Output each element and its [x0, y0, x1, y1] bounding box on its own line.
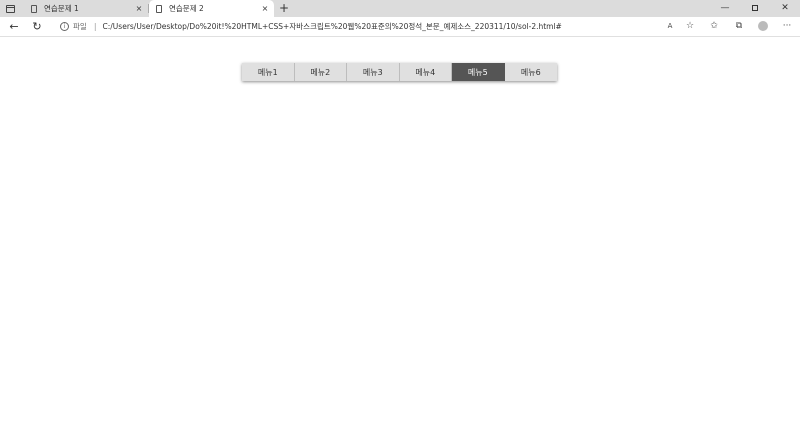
tab-strip: 연습문제 1 × 연습문제 2 × + — ✕ — [0, 0, 800, 17]
menu-item-6[interactable]: 메뉴6 — [504, 63, 557, 81]
menu-item-4[interactable]: 메뉴4 — [399, 63, 452, 81]
profile-icon[interactable] — [755, 19, 771, 34]
maximize-button[interactable] — [740, 0, 770, 17]
document-icon — [156, 4, 162, 13]
document-icon — [31, 4, 37, 13]
avatar — [758, 20, 768, 31]
read-aloud-icon[interactable]: A — [662, 19, 678, 34]
scheme-label: 파일 — [73, 22, 87, 31]
tab-actions-icon[interactable] — [4, 3, 16, 14]
tab-1[interactable]: 연습문제 1 × — [24, 0, 148, 17]
close-icon[interactable]: × — [134, 4, 144, 13]
menu-item-1[interactable]: 메뉴1 — [242, 63, 295, 81]
tab-title: 연습문제 2 — [169, 4, 204, 13]
new-tab-button[interactable]: + — [277, 1, 291, 15]
reload-icon: ↻ — [32, 20, 42, 33]
reload-button[interactable]: ↻ — [29, 19, 45, 34]
menu-item-2[interactable]: 메뉴2 — [294, 63, 347, 81]
url-text[interactable]: C:/Users/User/Desktop/Do%20it!%20HTML+CS… — [103, 21, 562, 32]
menu-item-3[interactable]: 메뉴3 — [347, 63, 400, 81]
arrow-left-icon: ← — [9, 20, 19, 33]
window-close-button[interactable]: ✕ — [770, 0, 800, 17]
more-icon[interactable]: ··· — [779, 19, 795, 34]
collections-icon[interactable]: ⧉ — [731, 19, 747, 34]
nav-menu: 메뉴1 메뉴2 메뉴3 메뉴4 메뉴5 메뉴6 — [242, 63, 557, 81]
tab-title: 연습문제 1 — [44, 4, 79, 13]
tab-2[interactable]: 연습문제 2 × — [149, 0, 274, 17]
info-icon[interactable]: i — [60, 22, 69, 31]
browser-toolbar: ← ↻ i 파일 | C:/Users/User/Desktop/Do%20it… — [0, 17, 800, 37]
star-plus-icon[interactable]: ☆ — [682, 19, 698, 34]
menu-item-5[interactable]: 메뉴5 — [452, 63, 505, 81]
minimize-button[interactable]: — — [710, 0, 740, 17]
close-icon[interactable]: × — [260, 4, 270, 13]
favorites-icon[interactable]: ✩ — [706, 19, 722, 34]
address-separator: | — [93, 22, 97, 31]
address-bar[interactable]: i 파일 | C:/Users/User/Desktop/Do%20it!%20… — [54, 18, 706, 35]
back-button[interactable]: ← — [6, 19, 22, 34]
restore-icon — [752, 4, 758, 11]
